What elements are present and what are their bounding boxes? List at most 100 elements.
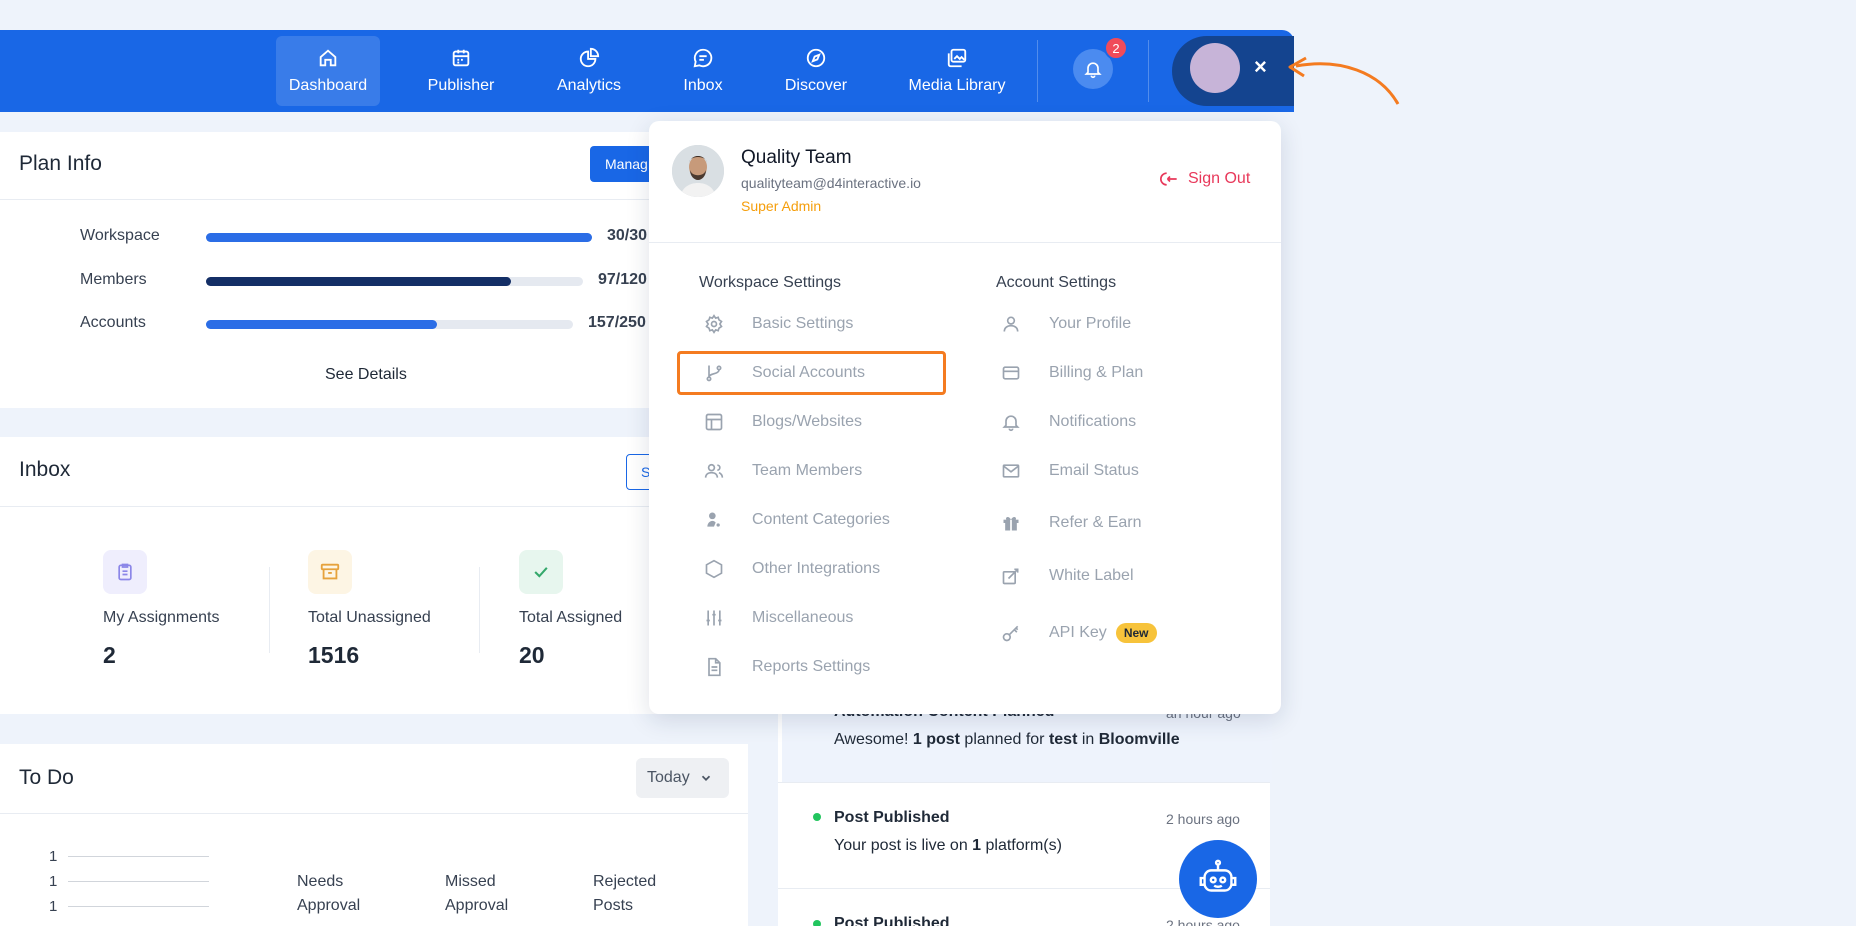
gift-icon xyxy=(999,511,1023,535)
plan-row-value: 30/30 xyxy=(607,227,648,244)
menu-item-billing-plan[interactable]: Billing & Plan xyxy=(999,353,1143,393)
menu-item-refer-earn[interactable]: Refer & Earn xyxy=(999,503,1141,543)
menu-item-label: API Key xyxy=(1049,624,1107,641)
feed-text-bold: 1 post xyxy=(912,731,960,748)
menu-item-label: Reports Settings xyxy=(752,658,871,675)
plan-row-label: Members xyxy=(80,271,147,288)
nav-inbox[interactable]: Inbox xyxy=(671,36,735,106)
menu-item-team-members[interactable]: Team Members xyxy=(702,451,862,491)
feed-item-time: 2 hours ago xyxy=(1166,811,1240,827)
user-icon xyxy=(999,312,1023,336)
progress-fill xyxy=(206,233,592,242)
nav-label: Media Library xyxy=(908,77,1006,94)
stat-value: 2 xyxy=(103,642,116,668)
nav-discover[interactable]: Discover xyxy=(776,36,856,106)
plan-row-label: Workspace xyxy=(80,227,160,244)
menu-item-white-label[interactable]: White Label xyxy=(999,556,1134,596)
status-dot xyxy=(813,813,821,821)
avatar xyxy=(672,145,724,197)
menu-item-miscellaneous[interactable]: Miscellaneous xyxy=(702,598,853,638)
chat-icon xyxy=(693,48,713,68)
menu-item-email-status[interactable]: Email Status xyxy=(999,451,1139,491)
todo-column-line: Needs xyxy=(297,873,344,890)
axis-label: 1 xyxy=(49,898,58,915)
menu-item-label: Social Accounts xyxy=(752,364,865,381)
menu-item-content-categories[interactable]: Content Categories xyxy=(702,500,890,540)
nav-analytics[interactable]: Analytics xyxy=(548,36,630,106)
todo-column-missed-approval[interactable]: Missed Approval xyxy=(445,870,508,918)
top-nav-bar: Dashboard Publisher Analytics Inbox Disc… xyxy=(0,30,1294,112)
workspace-settings-title: Workspace Settings xyxy=(699,274,841,291)
todo-column-line: Rejected xyxy=(593,873,657,890)
bell-icon xyxy=(999,410,1023,434)
axis-label: 1 xyxy=(49,848,58,865)
user-name: Quality Team xyxy=(741,147,852,168)
menu-item-label: Miscellaneous xyxy=(752,609,854,626)
see-details-link[interactable]: See Details xyxy=(325,366,407,384)
compass-icon xyxy=(806,48,826,68)
axis-gridline xyxy=(68,856,209,857)
menu-item-other-integrations[interactable]: Other Integrations xyxy=(702,549,880,589)
nav-divider xyxy=(1037,40,1038,102)
progress-bar xyxy=(206,233,592,242)
avatar[interactable] xyxy=(1190,43,1240,93)
menu-item-reports-settings[interactable]: Reports Settings xyxy=(702,647,870,687)
menu-item-social-accounts[interactable]: Social Accounts xyxy=(702,353,865,393)
feed-text-bold: Bloomville xyxy=(1098,731,1180,748)
axis-label: 1 xyxy=(49,873,58,890)
menu-item-label: Other Integrations xyxy=(752,560,881,577)
menu-item-label: Team Members xyxy=(752,462,863,479)
menu-item-basic-settings[interactable]: Basic Settings xyxy=(702,304,853,344)
nav-label: Analytics xyxy=(556,77,622,94)
stat-divider xyxy=(479,567,480,653)
menu-item-notifications[interactable]: Notifications xyxy=(999,402,1136,442)
layout-icon xyxy=(702,410,726,434)
stat-value: 1516 xyxy=(308,642,360,668)
bell-icon xyxy=(1084,62,1102,79)
calendar-icon xyxy=(452,49,470,67)
nav-publisher[interactable]: Publisher xyxy=(417,36,505,106)
feed-text-part: planned for xyxy=(959,731,1049,748)
todo-column-rejected-posts[interactable]: Rejected Posts xyxy=(593,870,656,918)
hexagon-icon xyxy=(702,557,726,581)
feed-text-part: in xyxy=(1077,731,1099,748)
feed-text-bold: 1 xyxy=(972,837,982,854)
menu-item-blogs-websites[interactable]: Blogs/Websites xyxy=(702,402,862,442)
todo-column-line: Approval xyxy=(297,897,361,914)
feed-item-title: Post Published xyxy=(834,809,950,826)
new-badge: New xyxy=(1115,623,1157,643)
gear-icon xyxy=(702,312,726,336)
menu-item-api-key[interactable]: API Key New xyxy=(999,613,1157,653)
nav-divider xyxy=(1148,40,1149,102)
todo-column-line: Missed xyxy=(445,873,496,890)
plan-row-value: 97/120 xyxy=(598,271,647,288)
users-icon xyxy=(702,459,726,483)
todo-column-needs-approval[interactable]: Needs Approval xyxy=(297,870,360,918)
pie-chart-icon xyxy=(579,47,600,68)
progress-bar xyxy=(206,277,583,286)
todo-column-line: Approval xyxy=(445,897,509,914)
chatbot-button[interactable] xyxy=(1179,840,1257,918)
plan-row-label: Accounts xyxy=(80,314,146,331)
sliders-icon xyxy=(702,606,726,630)
sign-out-button[interactable]: Sign Out xyxy=(1160,169,1250,189)
todo-column-line: Posts xyxy=(593,897,634,914)
dropdown-divider xyxy=(649,242,1281,243)
status-dot xyxy=(813,920,821,926)
menu-item-your-profile[interactable]: Your Profile xyxy=(999,304,1131,344)
notification-count-badge: 2 xyxy=(1104,36,1128,60)
account-settings-title: Account Settings xyxy=(996,274,1117,291)
credit-card-icon xyxy=(999,361,1023,385)
today-filter-select[interactable]: Today xyxy=(636,758,729,798)
nav-media-library[interactable]: Media Library xyxy=(900,36,1014,106)
stat-label: Total Assigned xyxy=(519,609,623,626)
home-icon xyxy=(319,49,337,67)
mail-icon xyxy=(999,459,1023,483)
close-icon[interactable]: × xyxy=(1254,54,1267,80)
key-icon xyxy=(999,621,1023,645)
axis-gridline xyxy=(68,906,209,907)
nav-label: Publisher xyxy=(427,77,495,94)
menu-item-label: Basic Settings xyxy=(752,315,854,332)
feed-item-text: Your post is live on 1 platform(s) xyxy=(834,837,1062,855)
nav-dashboard[interactable]: Dashboard xyxy=(276,36,380,106)
